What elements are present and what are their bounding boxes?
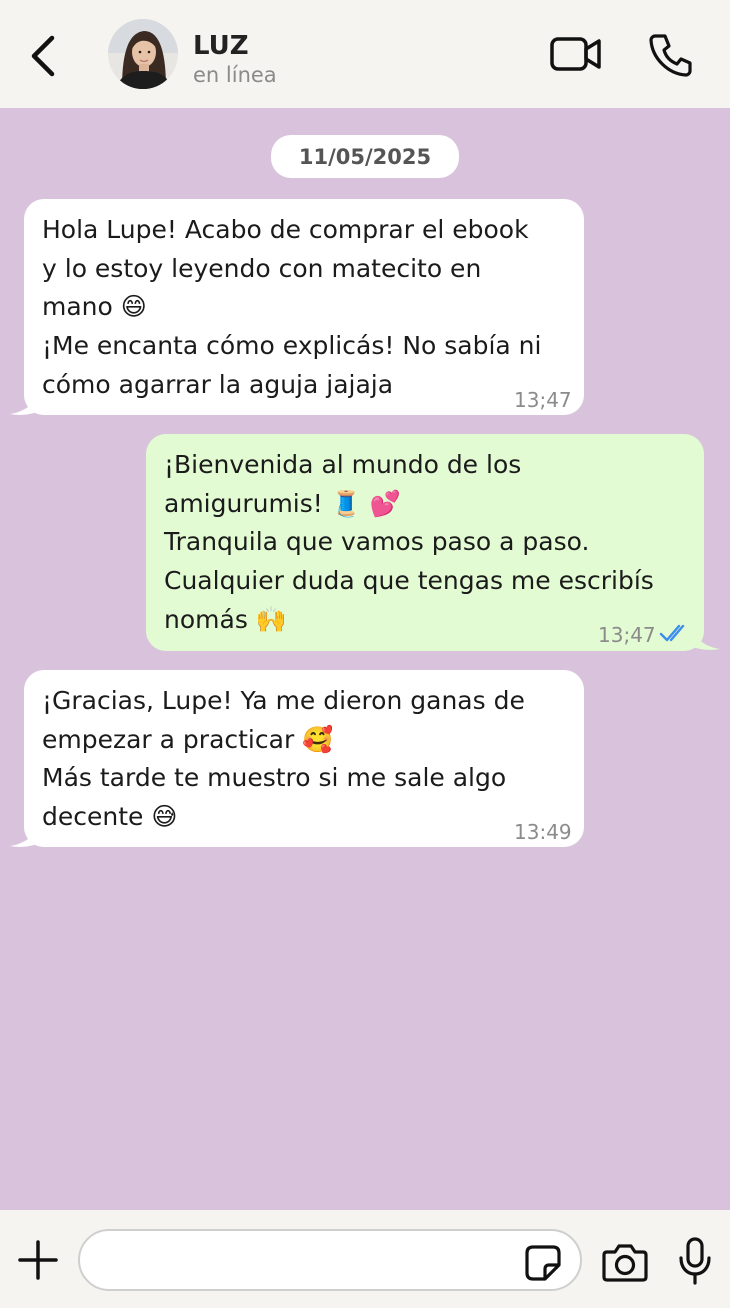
contact-status: en línea [193,63,277,87]
sticker-icon [525,1245,561,1281]
voice-call-button[interactable] [645,30,695,80]
chat-header: LUZ en línea [0,0,730,108]
sticker-button[interactable] [523,1243,563,1283]
contact-name[interactable]: LUZ [193,30,249,62]
message-text: ¡Bienvenida al mundo de los amigurumis! … [164,450,654,634]
incoming-message[interactable]: Hola Lupe! Acabo de comprar el ebook y l… [24,199,584,415]
phone-icon [649,34,692,77]
date-separator: 11/05/2025 [271,135,459,178]
message-time: 13;47 [598,623,656,647]
message-time: 13;47 [514,388,572,412]
message-text: Hola Lupe! Acabo de comprar el ebook y l… [42,215,542,399]
camera-button[interactable] [601,1240,649,1284]
chevron-left-icon [31,35,55,77]
voice-message-button[interactable] [676,1236,714,1286]
video-call-button[interactable] [548,33,604,75]
incoming-message[interactable]: ¡Gracias, Lupe! Ya me dieron ganas de em… [24,670,584,847]
message-input[interactable] [78,1229,582,1291]
message-text: ¡Gracias, Lupe! Ya me dieron ganas de em… [42,686,525,832]
back-button[interactable] [22,30,62,80]
attach-button[interactable] [16,1238,60,1282]
outgoing-message[interactable]: ¡Bienvenida al mundo de los amigurumis! … [146,434,704,651]
video-camera-icon [550,37,601,71]
message-time: 13:49 [514,820,572,844]
camera-icon [602,1244,648,1282]
avatar[interactable] [108,19,178,89]
plus-icon [18,1240,58,1280]
double-check-icon [659,624,685,642]
microphone-icon [679,1237,711,1285]
